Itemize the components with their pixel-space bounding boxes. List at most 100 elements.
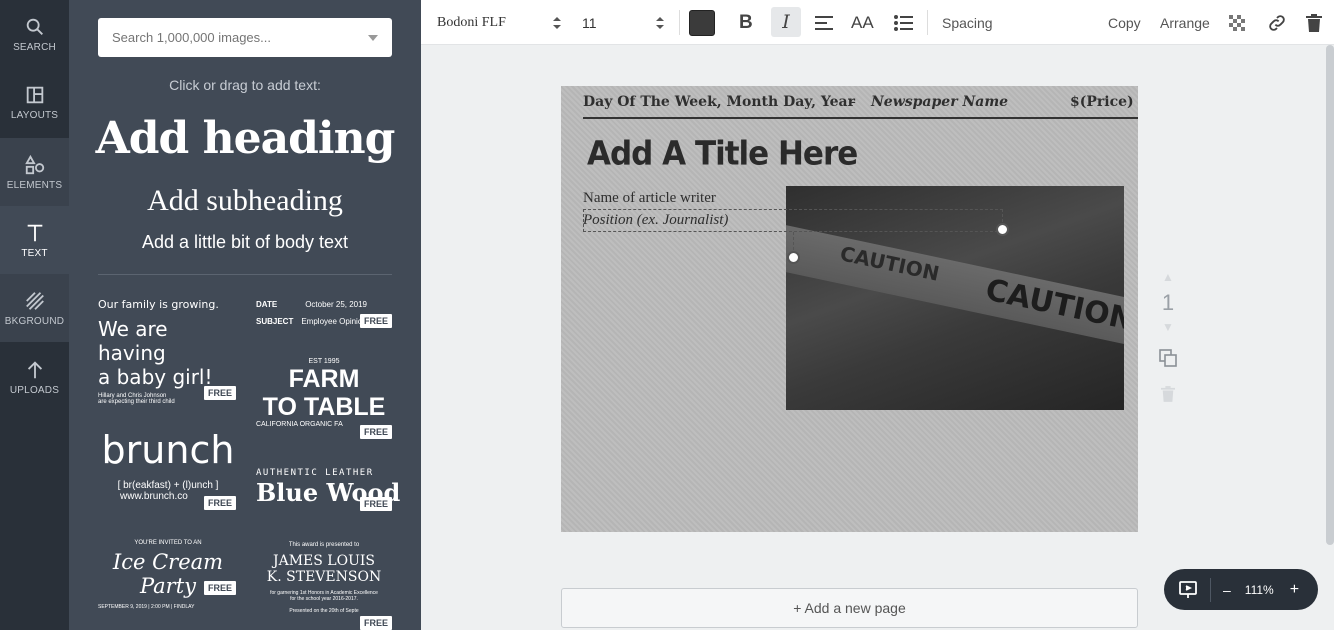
rail-item-layouts[interactable]: LAYOUTS — [0, 68, 69, 136]
header-price[interactable]: $(Price) — [1070, 94, 1134, 110]
font-size-select[interactable]: 11 — [582, 0, 664, 45]
list-button[interactable] — [894, 0, 914, 45]
rail-item-elements[interactable]: ELEMENTS — [0, 138, 69, 206]
rail-item-uploads[interactable]: UPLOADS — [0, 343, 69, 411]
text-icon — [27, 224, 42, 241]
rotate-handle-icon[interactable] — [787, 251, 800, 264]
rail-label-background: BKGROUND — [4, 315, 65, 327]
add-new-page-button[interactable]: + Add a new page — [561, 588, 1138, 628]
article-title[interactable]: Add A Title Here — [587, 135, 858, 173]
spacing-button[interactable]: Spacing — [942, 0, 993, 45]
align-left-icon — [815, 15, 833, 30]
template-text: YOU'RE INVITED TO AN — [134, 540, 202, 546]
zoom-out-button[interactable]: – — [1223, 582, 1231, 598]
toolbar-divider — [927, 10, 928, 35]
panel-divider — [98, 274, 392, 275]
copy-button[interactable]: Copy — [1108, 0, 1141, 45]
template-text: We are having — [98, 317, 168, 365]
text-toolbar: Bodoni FLF 11 B I AA Spacing Copy Arrang… — [421, 0, 1334, 45]
template-text: This award is presented to — [288, 542, 360, 548]
updown-arrows-icon — [553, 16, 561, 29]
panel-hint: Click or drag to add text: — [169, 77, 321, 93]
present-button[interactable] — [1178, 580, 1198, 600]
delete-button[interactable] — [1306, 0, 1322, 45]
color-swatch — [689, 9, 715, 36]
align-button[interactable] — [814, 0, 834, 45]
add-heading-button[interactable]: Add heading — [69, 113, 421, 164]
chevron-up-icon[interactable]: ▲ — [1157, 270, 1179, 284]
header-newspaper-name[interactable]: Newspaper Name — [871, 94, 1008, 110]
arrange-button[interactable]: Arrange — [1160, 0, 1210, 45]
text-template-icecream[interactable]: YOU'RE INVITED TO AN Ice Cream Party SEP… — [98, 540, 238, 610]
rail-label-text: TEXT — [21, 247, 48, 259]
italic-button[interactable]: I — [771, 7, 801, 37]
template-text: [ br(eakfast) + (l)unch ] — [117, 480, 219, 491]
header-date[interactable]: Day Of The Week, Month Day, Year — [583, 94, 855, 110]
free-badge: FREE — [360, 616, 393, 630]
toolbar-divider — [679, 10, 680, 35]
trash-icon — [1161, 386, 1175, 402]
italic-button-wrap: I — [771, 7, 801, 37]
template-text: Presented on the 20th of Septe — [289, 608, 359, 614]
text-template-brunch[interactable]: brunch [ br(eakfast) + (l)unch ] www.bru… — [98, 428, 238, 518]
image-search-input[interactable] — [112, 30, 368, 45]
link-button[interactable] — [1267, 0, 1287, 45]
zoom-in-button[interactable]: + — [1290, 581, 1299, 599]
rail-label-elements: ELEMENTS — [6, 179, 63, 191]
template-text: TO TABLE — [262, 393, 386, 421]
upload-icon — [27, 360, 42, 378]
free-badge: FREE — [204, 496, 237, 510]
free-badge: FREE — [204, 581, 237, 595]
add-body-text-button[interactable]: Add a little bit of body text — [69, 232, 421, 253]
text-template-farm[interactable]: EST 1995 FARM TO TABLE CALIFORNIA ORGANI… — [256, 358, 393, 440]
elements-icon — [24, 154, 44, 174]
delete-page-button[interactable] — [1157, 382, 1179, 408]
updown-arrows-icon — [656, 16, 664, 29]
duplicate-page-button[interactable] — [1157, 348, 1179, 374]
free-badge: FREE — [360, 425, 393, 439]
rail-item-background[interactable]: BKGROUND — [0, 274, 69, 342]
rail-item-text[interactable]: TEXT — [0, 206, 69, 274]
free-badge: FREE — [360, 497, 393, 511]
font-size-value: 11 — [582, 14, 597, 31]
page-number: 1 — [1161, 290, 1175, 315]
article-writer[interactable]: Name of article writer — [583, 190, 716, 207]
image-search-box[interactable] — [98, 18, 392, 57]
text-panel: Click or drag to add text: Add heading A… — [69, 0, 421, 630]
transparency-button[interactable] — [1229, 0, 1245, 45]
resize-handle[interactable] — [996, 223, 1009, 236]
bold-button[interactable]: B — [739, 0, 753, 45]
template-text: AUTHENTIC LEATHER — [256, 468, 374, 478]
template-text: K. STEVENSON — [266, 569, 382, 585]
template-text: brunch — [101, 428, 235, 472]
text-color-button[interactable] — [689, 0, 715, 45]
text-template-baby[interactable]: Our family is growing. We are having a b… — [98, 298, 238, 408]
text-template-memo[interactable]: DATE October 25, 2019 SUBJECT Employee Opi… — [256, 300, 393, 340]
template-text: FARM — [288, 365, 360, 393]
zoom-level[interactable]: 111% — [1245, 583, 1274, 597]
template-text: EST 1995 — [308, 358, 340, 365]
background-icon — [25, 291, 44, 310]
letter-case-button[interactable]: AA — [851, 0, 874, 45]
zoom-divider — [1210, 577, 1211, 602]
trash-icon — [1306, 13, 1322, 32]
newspaper-header[interactable]: Day Of The Week, Month Day, Year - Newsp… — [583, 94, 1138, 119]
text-template-leather[interactable]: AUTHENTIC LEATHER Blue Wood FREE — [256, 468, 400, 516]
design-page[interactable]: Day Of The Week, Month Day, Year - Newsp… — [561, 86, 1138, 532]
add-subheading-button[interactable]: Add subheading — [69, 184, 421, 218]
template-text: DATE — [256, 300, 278, 309]
text-template-award[interactable]: This award is presented to JAMES LOUIS K… — [256, 542, 393, 630]
template-text: JAMES LOUIS — [272, 553, 375, 569]
template-text: Our family is growing. — [98, 298, 219, 311]
tape-text: CAUTION — [982, 272, 1124, 339]
canvas-scrollbar[interactable] — [1326, 45, 1334, 545]
font-family-select[interactable]: Bodoni FLF — [437, 0, 561, 45]
zoom-control: – 111% + — [1164, 569, 1318, 610]
tape-text: CAUTION — [838, 241, 942, 286]
chevron-down-icon[interactable] — [368, 34, 378, 41]
chevron-down-icon[interactable]: ▼ — [1157, 320, 1179, 334]
rail-label-layouts: LAYOUTS — [10, 109, 59, 121]
template-text: October 25, 2019 — [305, 300, 368, 309]
rotate-connector — [793, 232, 794, 250]
rail-item-search[interactable]: SEARCH — [0, 0, 69, 68]
